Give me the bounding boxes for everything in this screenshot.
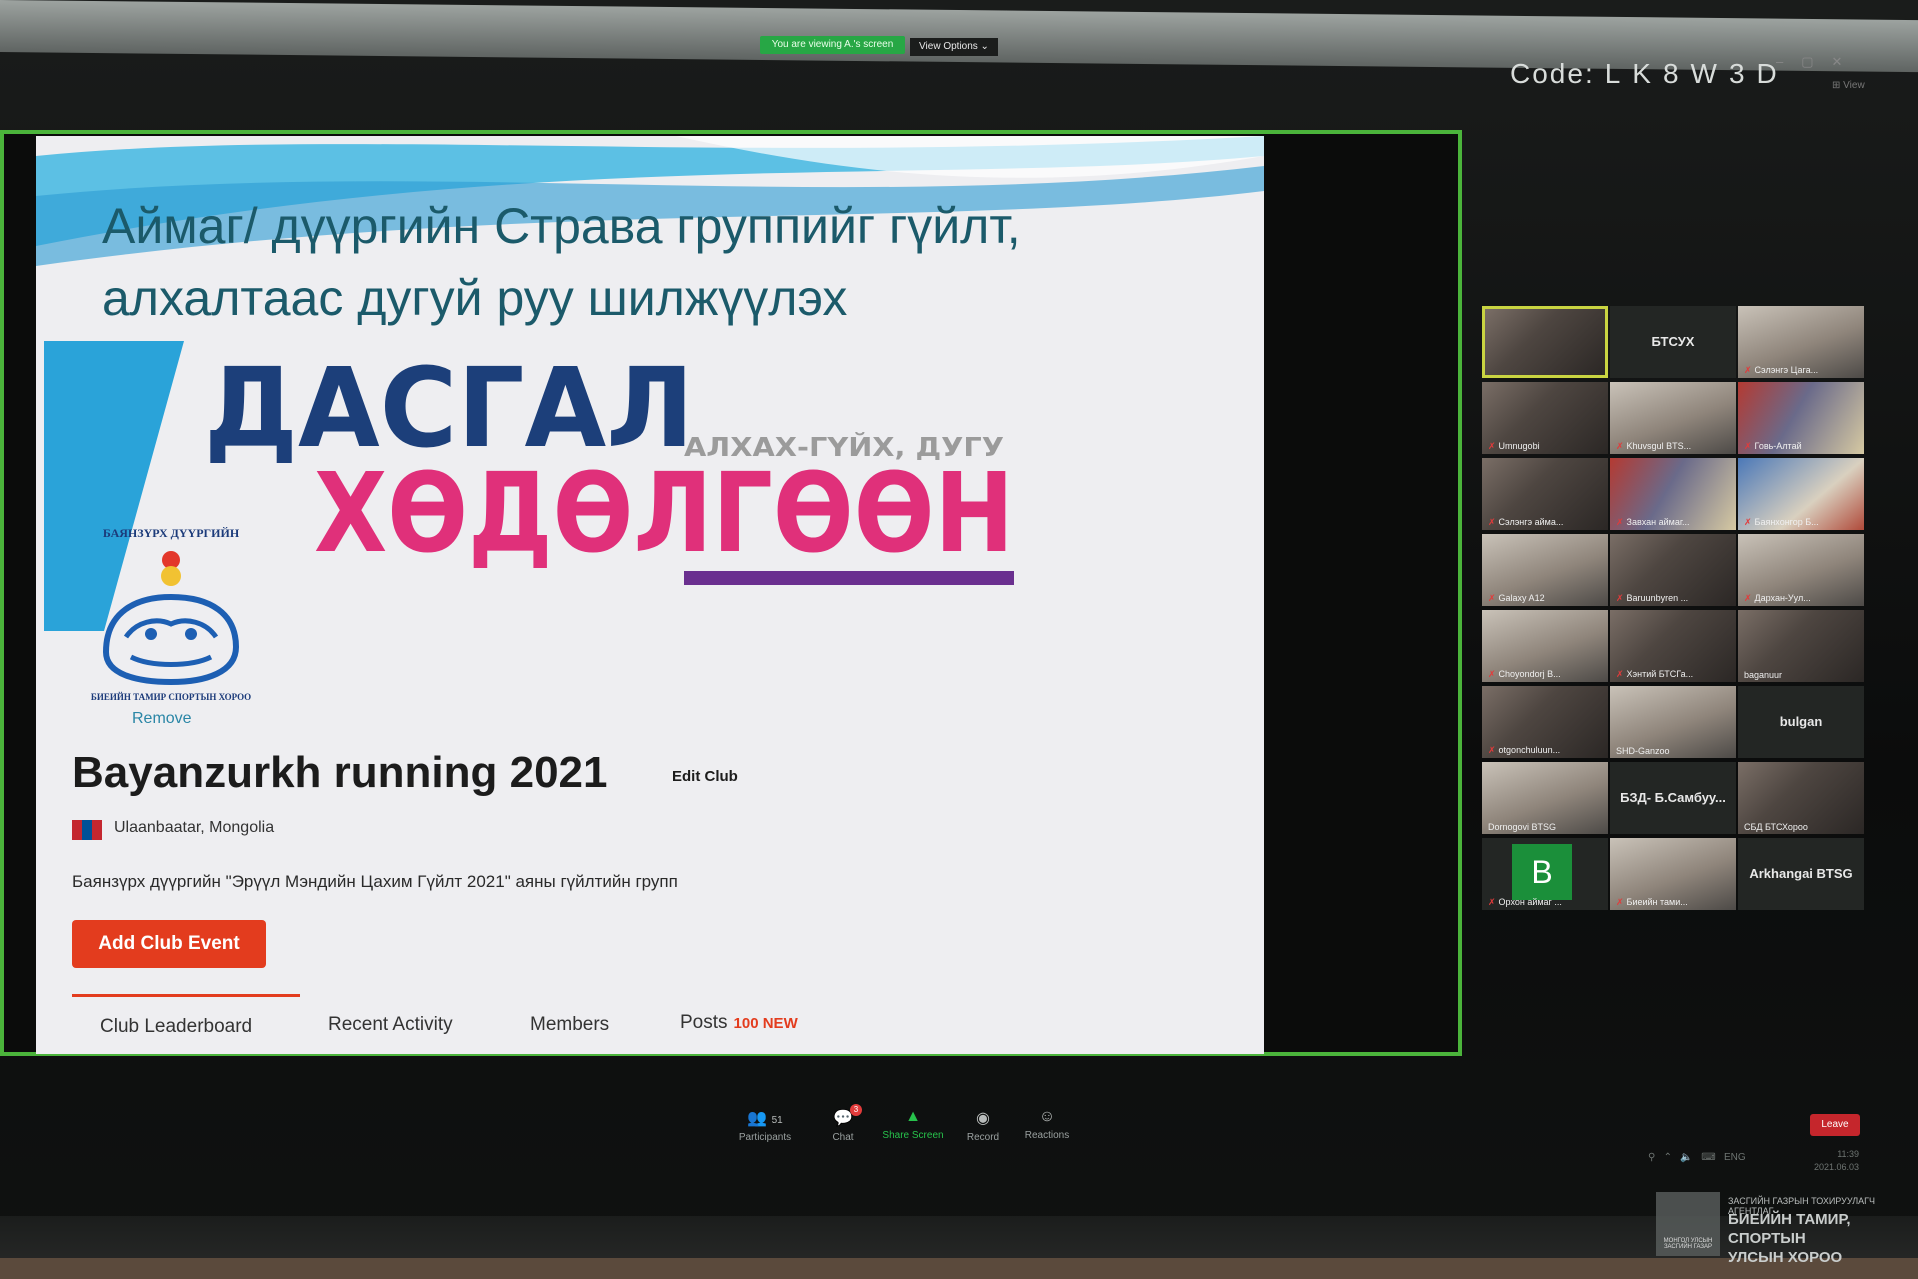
participant-tile[interactable]: [1482, 306, 1608, 378]
participant-tile[interactable]: ✗ Baruunbyren ...: [1610, 534, 1736, 606]
club-name: Bayanzurkh running 2021: [72, 748, 608, 797]
remove-logo-link[interactable]: Remove: [132, 710, 192, 728]
club-logo: БАЯНЗҮРХ ДҮҮРГИЙН БИЕИЙН ТАМИР СПОРТЫН Х…: [76, 526, 266, 706]
emblem-caption: МОНГОЛ УЛСЫН ЗАСГИЙН ГАЗАР: [1663, 1238, 1713, 1250]
language-indicator[interactable]: ENG: [1724, 1152, 1746, 1163]
banner-word2: ХӨДӨЛГӨӨН: [314, 449, 1014, 577]
participant-tile[interactable]: B ✗ Орхон аймаг ...: [1482, 838, 1608, 910]
agency-watermark: МОНГОЛ УЛСЫН ЗАСГИЙН ГАЗАР ЗАСГИЙН ГАЗРЫ…: [1656, 1192, 1918, 1266]
meeting-code: Code: LK8W3D: [1510, 58, 1789, 90]
participant-tile[interactable]: СБД БТСХороо: [1738, 762, 1864, 834]
edit-club-link[interactable]: Edit Club: [672, 768, 738, 785]
participant-tile[interactable]: Dornogovi BTSG: [1482, 762, 1608, 834]
participant-tile[interactable]: ✗ Choyondorj B...: [1482, 610, 1608, 682]
participant-tile[interactable]: ✗ otgonchuluun...: [1482, 686, 1608, 758]
muted-mic-icon: ✗: [1744, 593, 1752, 603]
chevron-up-icon[interactable]: ⌃: [1664, 1152, 1672, 1163]
view-options-button[interactable]: View Options ⌄: [910, 38, 998, 56]
slide-title-line1: Аймаг/ дүүргийн Страва группийг гүйлт,: [102, 198, 1021, 254]
chat-icon: 💬: [833, 1110, 853, 1127]
tab-recent-activity[interactable]: Recent Activity: [328, 1014, 453, 1036]
muted-mic-icon: ✗: [1488, 669, 1496, 679]
window-controls[interactable]: –▢✕: [1776, 54, 1860, 70]
tab-posts-label: Posts: [680, 1012, 728, 1033]
participant-tile[interactable]: Arkhangai BTSG: [1738, 838, 1864, 910]
muted-mic-icon: ✗: [1744, 517, 1752, 527]
mongolia-flag-icon: [72, 820, 102, 840]
reactions-button[interactable]: ☺ Reactions: [1012, 1108, 1082, 1141]
muted-mic-icon: ✗: [1488, 897, 1496, 907]
share-screen-icon: ▲: [905, 1108, 921, 1125]
participant-tile[interactable]: bulgan: [1738, 686, 1864, 758]
club-description: Баянзүрх дүүргийн "Эрүүл Мэндийн Цахим Г…: [72, 872, 678, 891]
muted-mic-icon: ✗: [1616, 441, 1624, 451]
participant-tile[interactable]: baganuur: [1738, 610, 1864, 682]
watermark-title: БИЕИЙН ТАМИР, СПОРТЫН УЛСЫН ХОРОО: [1728, 1211, 1851, 1266]
shared-slide: Аймаг/ дүүргийн Страва группийг гүйлт, а…: [36, 136, 1264, 1054]
record-button[interactable]: ◉ Record: [948, 1108, 1018, 1143]
code-value: LK8W3D: [1604, 58, 1789, 89]
muted-mic-icon: ✗: [1744, 441, 1752, 451]
add-club-event-button[interactable]: Add Club Event: [72, 920, 266, 968]
logo-top-text: БАЯНЗҮРХ ДҮҮРГИЙН: [102, 526, 240, 540]
snow-lion-emblem: [102, 551, 240, 686]
participant-tile[interactable]: ✗ Биеийн тами...: [1610, 838, 1736, 910]
logo-bottom-text: БИЕИЙН ТАМИР СПОРТЫН ХОРОО: [90, 692, 252, 702]
club-location: Ulaanbaatar, Mongolia: [114, 819, 275, 836]
slide-title-line2: алхалтаас дугуй руу шилжүүлэх: [102, 270, 848, 326]
slide-title: Аймаг/ дүүргийн Страва группийг гүйлт, а…: [102, 190, 1202, 334]
active-tab-indicator: [72, 994, 300, 997]
participants-icon: 👥 51: [747, 1110, 783, 1127]
participant-tile[interactable]: БТСУХ: [1610, 306, 1736, 378]
system-clock[interactable]: 11:39 2021.06.03: [1814, 1148, 1859, 1174]
participant-tile[interactable]: ✗ Говь-Алтай: [1738, 382, 1864, 454]
reactions-icon: ☺: [1038, 1108, 1056, 1125]
speaker-icon[interactable]: 🔈: [1680, 1152, 1692, 1163]
participant-tile[interactable]: ✗ Сэлэнгэ Цага...: [1738, 306, 1864, 378]
view-layout-button[interactable]: ⊞ View: [1832, 80, 1865, 91]
clock-date: 2021.06.03: [1814, 1162, 1860, 1172]
muted-mic-icon: ✗: [1488, 593, 1496, 603]
participant-tile[interactable]: ✗ Баянхонгор Б...: [1738, 458, 1864, 530]
participant-tile[interactable]: ✗ Сэлэнгэ айма...: [1482, 458, 1608, 530]
muted-mic-icon: ✗: [1488, 441, 1496, 451]
clock-time: 11:39: [1837, 1149, 1860, 1159]
tab-posts[interactable]: Posts 100 NEW: [680, 1012, 798, 1034]
system-tray: ⚲ ⌃ 🔈 ⌨ ENG: [1648, 1152, 1746, 1163]
desk-surface: [0, 1258, 1918, 1279]
muted-mic-icon: ✗: [1744, 365, 1752, 375]
chat-badge: 3: [850, 1104, 862, 1116]
monitor-screen: You are viewing A.'s screen View Options…: [0, 0, 1918, 1279]
participant-gallery: БТСУХ ✗ Сэлэнгэ Цага... ✗ Umnugobi ✗ Khuvsg…: [1478, 306, 1868, 916]
code-label: Code:: [1510, 58, 1595, 89]
tab-members[interactable]: Members: [530, 1014, 609, 1036]
participant-tile[interactable]: ✗ Хэнтий БТСГа...: [1610, 610, 1736, 682]
muted-mic-icon: ✗: [1488, 745, 1496, 755]
chat-button[interactable]: 💬 3 Chat: [808, 1104, 878, 1143]
muted-mic-icon: ✗: [1616, 669, 1624, 679]
leave-button[interactable]: Leave: [1810, 1114, 1860, 1136]
participant-tile[interactable]: БЗД- Б.Самбуу...: [1610, 762, 1736, 834]
participant-tile[interactable]: ✗ Khuvsgul BTS...: [1610, 382, 1736, 454]
participants-button[interactable]: 👥 51 Participants: [730, 1108, 800, 1143]
participant-tile[interactable]: ✗ Umnugobi: [1482, 382, 1608, 454]
participant-tile[interactable]: ✗ Завхан аймаг...: [1610, 458, 1736, 530]
share-screen-button[interactable]: ▲ Share Screen: [878, 1108, 948, 1141]
meeting-toolbar: 👥 51 Participants 💬 3 Chat ▲ Share Scree…: [730, 1104, 1090, 1158]
keyboard-icon[interactable]: ⌨: [1701, 1152, 1715, 1163]
tab-club-leaderboard[interactable]: Club Leaderboard: [100, 1016, 252, 1038]
avatar: B: [1512, 844, 1572, 900]
muted-mic-icon: ✗: [1488, 517, 1496, 527]
participant-tile[interactable]: SHD-Ganzoo: [1610, 686, 1736, 758]
participant-tile[interactable]: ✗ Galaxy A12: [1482, 534, 1608, 606]
muted-mic-icon: ✗: [1616, 517, 1624, 527]
network-icon[interactable]: ⚲: [1648, 1152, 1655, 1163]
muted-mic-icon: ✗: [1616, 897, 1624, 907]
participant-tile[interactable]: ✗ Дархан-Уул...: [1738, 534, 1864, 606]
muted-mic-icon: ✗: [1616, 593, 1624, 603]
record-icon: ◉: [976, 1110, 990, 1127]
viewing-screen-banner: You are viewing A.'s screen: [760, 36, 905, 54]
posts-new-badge: 100 NEW: [733, 1015, 798, 1032]
